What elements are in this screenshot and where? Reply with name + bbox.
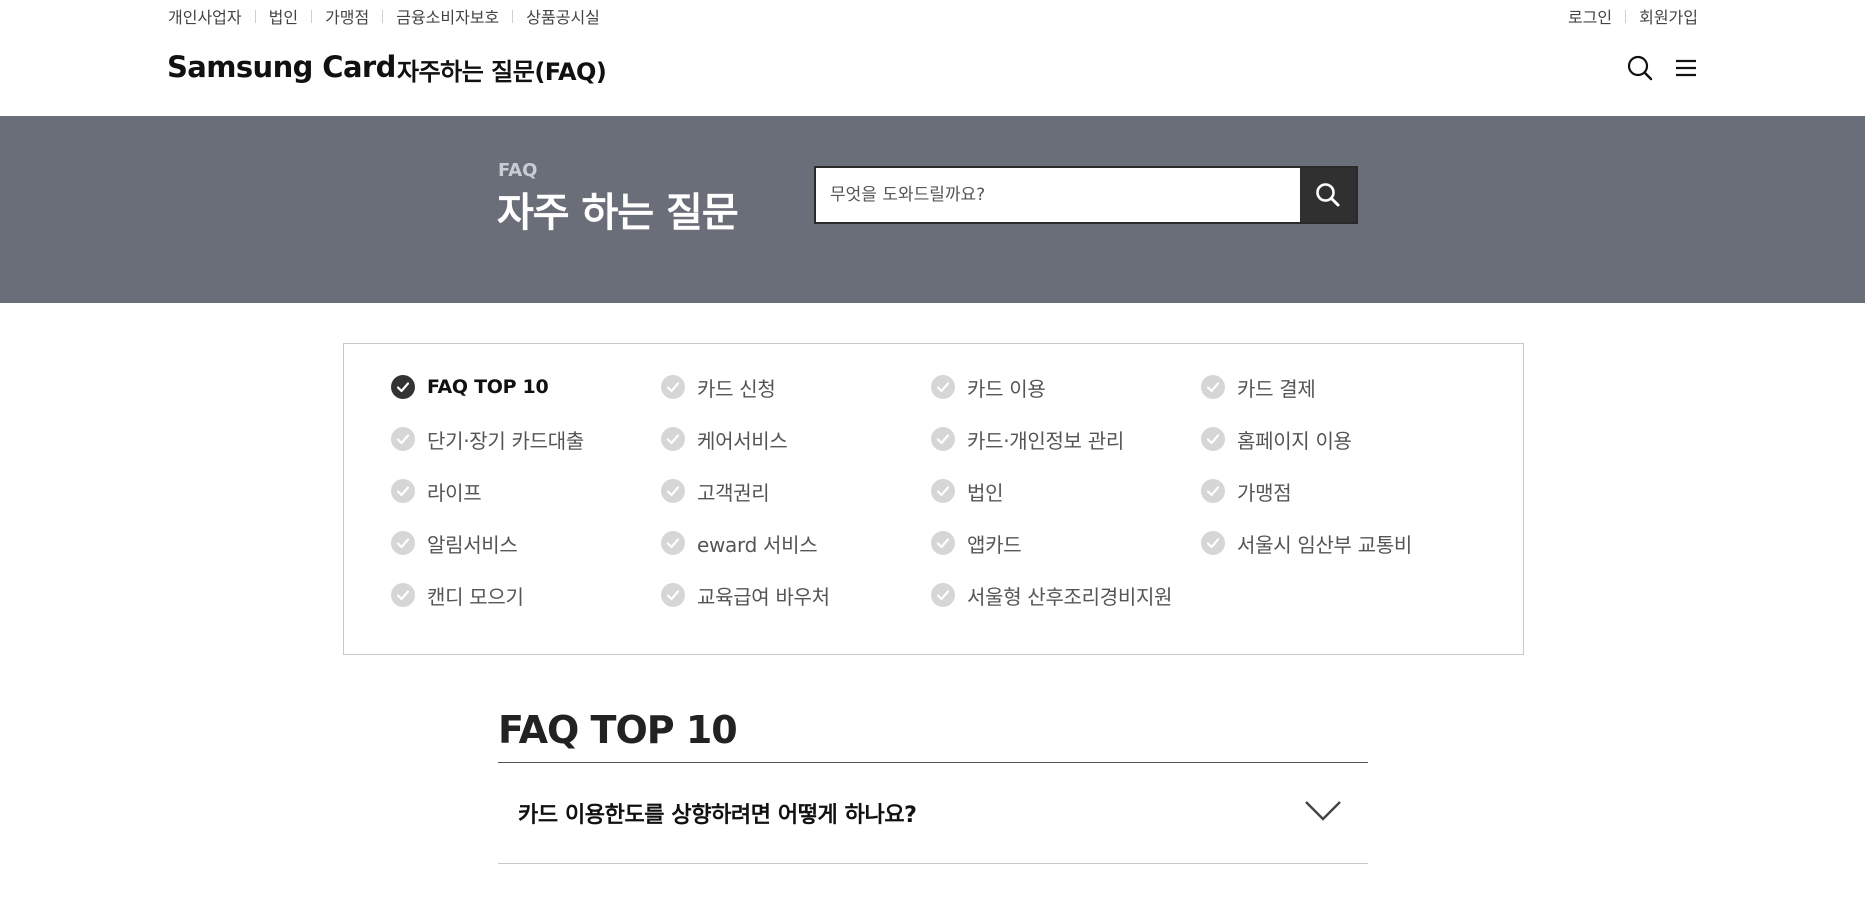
faq-category-label: FAQ TOP 10: [427, 376, 549, 398]
faq-category-label: 단기·장기 카드대출: [427, 428, 584, 453]
faq-category-label: 카드 결제: [1237, 376, 1316, 401]
faq-category-item[interactable]: 알림서비스: [391, 529, 518, 557]
divider: [254, 9, 256, 23]
util-link-consumer-protection[interactable]: 금융소비자보호: [396, 4, 499, 28]
banner-eyebrow: FAQ: [498, 160, 538, 181]
check-circle-icon: [661, 479, 685, 503]
faq-category-label: 교육급여 바우처: [697, 584, 830, 609]
check-circle-icon: [391, 583, 415, 607]
faq-category-item[interactable]: 앱카드: [931, 529, 1022, 557]
check-circle-icon: [1201, 531, 1225, 555]
faq-category-item[interactable]: 교육급여 바우처: [661, 581, 830, 609]
faq-category-item[interactable]: 카드·개인정보 관리: [931, 425, 1124, 453]
util-link-product-disclosure[interactable]: 상품공시실: [526, 4, 600, 28]
faq-item[interactable]: 카드 이용한도를 상향하려면 어떻게 하나요?: [498, 763, 1368, 864]
util-link-corporate[interactable]: 법인: [269, 4, 298, 28]
faq-category-item[interactable]: 카드 신청: [661, 373, 776, 401]
faq-category-label: 카드 신청: [697, 376, 776, 401]
check-circle-icon: [391, 427, 415, 451]
faq-question: 카드 이용한도를 상향하려면 어떻게 하나요?: [518, 803, 917, 828]
faq-category-label: 서울시 임산부 교통비: [1237, 532, 1413, 557]
faq-category-item[interactable]: 서울형 산후조리경비지원: [931, 581, 1172, 609]
faq-category-item[interactable]: 캔디 모으기: [391, 581, 524, 609]
check-circle-icon: [391, 531, 415, 555]
check-circle-icon: [661, 531, 685, 555]
faq-category-item[interactable]: 가맹점: [1201, 477, 1292, 505]
check-circle-icon: [391, 479, 415, 503]
faq-category-panel: FAQ TOP 10 카드 신청 카드 이용 카드 결제단기·장기 카드대출 케어서비스…: [343, 343, 1524, 655]
check-circle-icon: [661, 583, 685, 607]
faq-section-title: FAQ TOP 10: [498, 708, 738, 752]
faq-category-label: 고객권리: [697, 480, 770, 505]
faq-category-item[interactable]: 법인: [931, 477, 1004, 505]
signup-link[interactable]: 회원가입: [1639, 4, 1698, 28]
check-circle-icon: [661, 375, 685, 399]
faq-category-label: 가맹점: [1237, 480, 1292, 505]
faq-category-label: 알림서비스: [427, 532, 518, 557]
faq-banner: FAQ 자주 하는 질문: [0, 116, 1865, 303]
util-link-individual-business[interactable]: 개인사업자: [168, 4, 242, 28]
divider: [311, 9, 313, 23]
faq-category-item[interactable]: 라이프: [391, 477, 482, 505]
faq-search-button[interactable]: [1300, 168, 1356, 222]
faq-category-label: 카드 이용: [967, 376, 1046, 401]
faq-category-item[interactable]: 카드 결제: [1201, 373, 1316, 401]
utility-bar: 개인사업자 법인 가맹점 금융소비자보호 상품공시실 로그인 회원가입: [0, 0, 1865, 28]
utility-nav-right: 로그인 회원가입: [1568, 4, 1698, 28]
divider: [512, 9, 514, 23]
faq-category-label: 서울형 산후조리경비지원: [967, 584, 1173, 609]
faq-category-label: 법인: [967, 480, 1004, 505]
faq-category-item[interactable]: 카드 이용: [931, 373, 1046, 401]
faq-category-item[interactable]: 홈페이지 이용: [1201, 425, 1352, 453]
util-link-merchant[interactable]: 가맹점: [325, 4, 369, 28]
check-circle-icon: [1201, 427, 1225, 451]
search-icon: [1316, 183, 1340, 207]
check-circle-icon: [931, 427, 955, 451]
page-title: 자주하는 질문(FAQ): [397, 58, 607, 86]
logo[interactable]: Samsung Card: [167, 50, 396, 84]
site-header: Samsung Card 자주하는 질문(FAQ): [0, 28, 1865, 116]
utility-nav-left: 개인사업자 법인 가맹점 금융소비자보호 상품공시실: [168, 4, 600, 28]
chevron-down-icon[interactable]: [1304, 799, 1342, 823]
faq-category-label: 케어서비스: [697, 428, 788, 453]
search-icon[interactable]: [1624, 52, 1656, 84]
check-circle-icon: [1201, 479, 1225, 503]
divider: [1625, 9, 1627, 23]
divider: [382, 9, 384, 23]
faq-category-label: 카드·개인정보 관리: [967, 428, 1124, 453]
faq-category-item[interactable]: 케어서비스: [661, 425, 788, 453]
check-circle-icon: [1201, 375, 1225, 399]
faq-search-box: [814, 166, 1358, 224]
faq-category-label: 캔디 모으기: [427, 584, 524, 609]
check-circle-icon: [661, 427, 685, 451]
faq-category-item[interactable]: 단기·장기 카드대출: [391, 425, 584, 453]
login-link[interactable]: 로그인: [1568, 4, 1612, 28]
check-circle-icon: [391, 375, 415, 399]
check-circle-icon: [931, 479, 955, 503]
banner-title: 자주 하는 질문: [497, 190, 739, 236]
faq-category-item[interactable]: FAQ TOP 10: [391, 373, 549, 401]
menu-icon[interactable]: [1670, 52, 1702, 84]
faq-category-label: 앱카드: [967, 532, 1022, 557]
faq-category-label: 라이프: [427, 480, 482, 505]
check-circle-icon: [931, 531, 955, 555]
faq-category-item[interactable]: 서울시 임산부 교통비: [1201, 529, 1412, 557]
faq-category-item[interactable]: 고객권리: [661, 477, 770, 505]
faq-category-label: 홈페이지 이용: [1237, 428, 1352, 453]
check-circle-icon: [931, 583, 955, 607]
faq-search-input[interactable]: [816, 168, 1302, 222]
faq-category-item[interactable]: eward 서비스: [661, 529, 818, 557]
faq-category-label: eward 서비스: [697, 532, 818, 557]
check-circle-icon: [931, 375, 955, 399]
